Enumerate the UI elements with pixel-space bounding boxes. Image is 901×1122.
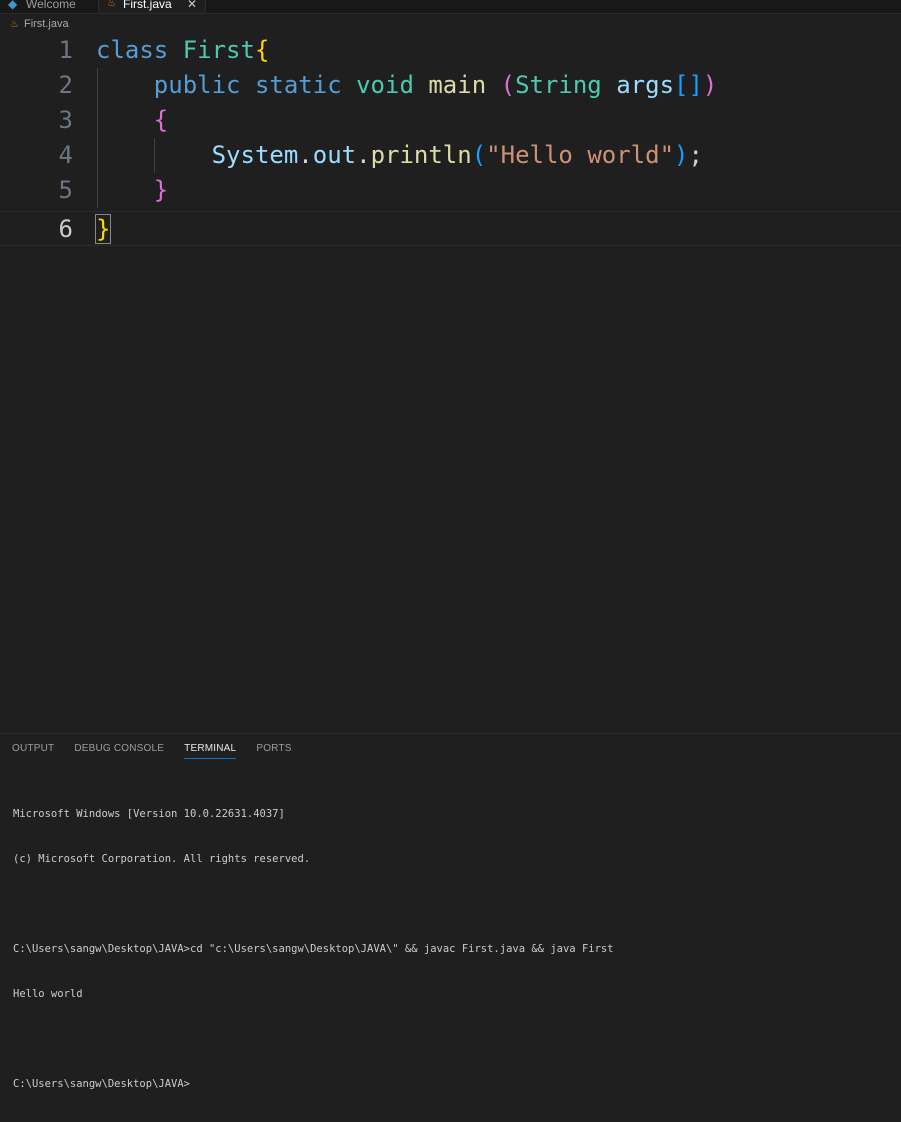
code-text: System.out.println("Hello world"); — [211, 141, 703, 169]
java-file-icon: ♨ — [10, 18, 19, 30]
tab-label: First.java — [123, 0, 172, 11]
code-line: 2 public static void main (String args[]… — [0, 68, 901, 103]
terminal-line: Hello world — [13, 988, 83, 1000]
code-text: } — [153, 176, 169, 204]
line-number: 4 — [58, 141, 73, 169]
tab-ports[interactable]: PORTS — [256, 743, 291, 759]
line-number: 3 — [58, 106, 73, 134]
code-line-active: 6 } — [0, 211, 901, 246]
editor-tab-bar: ◆ Welcome ♨ First.java ✕ — [0, 0, 901, 14]
code-line: 1 class First{ — [0, 33, 901, 68]
bottom-panel: OUTPUT DEBUG CONSOLE TERMINAL PORTS Micr… — [0, 733, 901, 1090]
tab-first-java[interactable]: ♨ First.java ✕ — [98, 0, 206, 13]
tab-welcome[interactable]: ◆ Welcome — [0, 0, 98, 13]
breadcrumb-file[interactable]: First.java — [24, 18, 69, 30]
tab-terminal[interactable]: TERMINAL — [184, 743, 237, 759]
breadcrumb: ♨ First.java — [10, 16, 69, 32]
code-text: { — [153, 106, 169, 134]
line-number: 6 — [58, 215, 73, 243]
close-icon[interactable]: ✕ — [187, 0, 197, 11]
code-line: 5 } — [0, 173, 901, 208]
java-file-icon: ♨ — [107, 0, 116, 9]
vscode-icon: ◆ — [8, 0, 18, 11]
line-number: 5 — [58, 176, 73, 204]
tab-debug-console[interactable]: DEBUG CONSOLE — [74, 743, 164, 759]
code-line: 3 { — [0, 103, 901, 138]
panel-tab-bar: OUTPUT DEBUG CONSOLE TERMINAL PORTS — [12, 743, 292, 759]
line-number: 1 — [58, 36, 73, 64]
terminal-line: C:\Users\sangw\Desktop\JAVA>cd "c:\Users… — [13, 943, 614, 955]
code-text: } — [94, 214, 112, 244]
terminal-line: (c) Microsoft Corporation. All rights re… — [13, 853, 311, 865]
code-line: 4 System.out.println("Hello world"); — [0, 138, 901, 173]
terminal-line: Microsoft Windows [Version 10.0.22631.40… — [13, 808, 285, 820]
tab-output[interactable]: OUTPUT — [12, 743, 54, 759]
terminal-output[interactable]: Microsoft Windows [Version 10.0.22631.40… — [13, 777, 893, 1122]
tab-label: Welcome — [26, 0, 76, 11]
code-text: class First{ — [96, 36, 270, 64]
terminal-prompt: C:\Users\sangw\Desktop\JAVA> — [13, 1078, 191, 1090]
code-text: public static void main (String args[]) — [153, 71, 718, 99]
code-editor[interactable]: 1 class First{ 2 public static void main… — [0, 33, 901, 733]
line-number: 2 — [58, 71, 73, 99]
